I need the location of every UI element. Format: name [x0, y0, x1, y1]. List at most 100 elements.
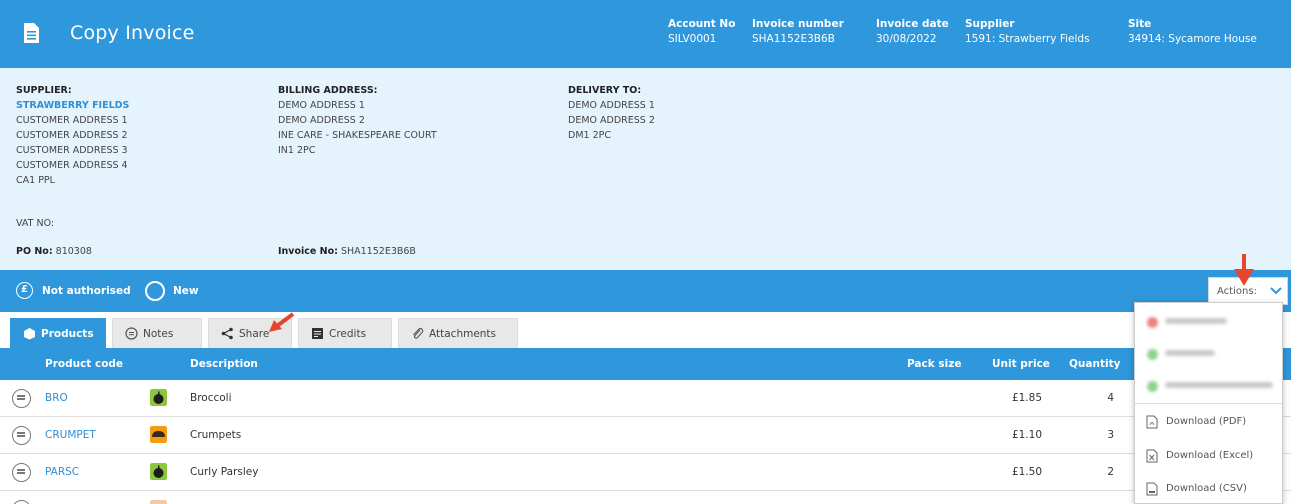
comment-icon	[125, 327, 138, 340]
unit-price: £1.85	[1011, 392, 1042, 404]
header-site: Site 34914: Sycamore House	[1128, 17, 1257, 47]
share-icon	[221, 327, 233, 340]
table-row: CRUMPET Crumpets £1.10 3	[0, 417, 1291, 454]
supplier-name-link[interactable]: STRAWBERRY FIELDS	[16, 98, 129, 113]
vat-number: VAT NO:	[16, 218, 55, 229]
pdf-file-icon	[1146, 415, 1158, 429]
supplier-address-line: CUSTOMER ADDRESS 2	[16, 130, 128, 141]
menu-item-label: Download (CSV)	[1166, 483, 1247, 494]
authorisation-status: Not authorised	[42, 285, 131, 297]
supplier-address-line: CUSTOMER ADDRESS 1	[16, 115, 128, 126]
tab-products[interactable]: Products	[10, 318, 106, 348]
column-header[interactable]: Pack size	[907, 358, 961, 370]
billing-address-line: DEMO ADDRESS 2	[278, 115, 365, 126]
menu-item-download-excel[interactable]: Download (Excel)	[1135, 438, 1282, 472]
supplier-address-line: CA1 PPL	[16, 175, 55, 186]
invoice-no: Invoice No: SHA1152E3B6B	[278, 246, 416, 257]
excel-file-icon	[1146, 449, 1158, 463]
invoice-number: Invoice number SHA1152E3B6B	[752, 17, 844, 47]
billing-address-line: INE CARE - SHAKESPEARE COURT	[278, 130, 437, 141]
supplier-address-line: CUSTOMER ADDRESS 4	[16, 160, 128, 171]
menu-item-blurred[interactable]	[1135, 369, 1282, 403]
invoice-date-label: Invoice date	[876, 18, 949, 30]
invoice-no-label: Invoice No:	[278, 246, 338, 257]
delivery-address-line: DEMO ADDRESS 1	[568, 100, 655, 111]
supplier-address-line: CUSTOMER ADDRESS 3	[16, 145, 128, 156]
account-no: Account No SILV0001	[668, 17, 735, 47]
delivery-address: DELIVERY TO: DEMO ADDRESS 1 DEMO ADDRESS…	[568, 83, 655, 143]
chevron-down-icon	[1270, 287, 1282, 295]
header-supplier-label: Supplier	[965, 18, 1015, 30]
tab-label: Attachments	[429, 328, 497, 340]
product-description: Crumpets	[190, 429, 242, 441]
invoice-no-value: SHA1152E3B6B	[340, 246, 416, 257]
header-supplier-value: 1591: Strawberry Fields	[965, 33, 1090, 45]
tab-label: Credits	[329, 328, 367, 340]
bread-icon	[150, 426, 167, 443]
tab-credits[interactable]: Credits	[298, 318, 392, 348]
column-header[interactable]: Product code	[45, 358, 123, 370]
quantity: 4	[1107, 392, 1114, 404]
address-panel: SUPPLIER: STRAWBERRY FIELDS CUSTOMER ADD…	[0, 68, 1291, 270]
product-code-link[interactable]: BRO	[45, 392, 68, 404]
comment-icon[interactable]	[12, 463, 31, 482]
invoice-date: Invoice date 30/08/2022	[876, 17, 949, 47]
table-row: PARSC Curly Parsley £1.50 2	[0, 454, 1291, 491]
status-dot-icon	[1147, 317, 1158, 328]
supplier-heading: SUPPLIER:	[16, 85, 72, 96]
delivery-heading: DELIVERY TO:	[568, 85, 642, 96]
header-site-value: 34914: Sycamore House	[1128, 33, 1257, 45]
box-icon	[24, 328, 35, 340]
apple-icon	[150, 389, 167, 406]
invoice-state: New	[173, 285, 199, 297]
menu-item-blurred[interactable]	[1135, 305, 1282, 339]
menu-item-download-pdf[interactable]: Download (PDF)	[1135, 404, 1282, 438]
status-dot-icon	[1147, 381, 1158, 392]
account-no-value: SILV0001	[668, 33, 717, 45]
delivery-address-line: DEMO ADDRESS 2	[568, 115, 655, 126]
status-bar: £ Not authorised New Actions:	[0, 270, 1291, 312]
column-header[interactable]: Description	[190, 358, 258, 370]
tab-notes[interactable]: Notes	[112, 318, 202, 348]
product-code-link[interactable]: CRUMPET	[45, 429, 96, 441]
billing-heading: BILLING ADDRESS:	[278, 85, 378, 96]
products-table-header: Product code Description Pack size Unit …	[0, 348, 1291, 380]
paperclip-icon	[413, 327, 424, 339]
column-header[interactable]: Quantity	[1069, 358, 1120, 370]
tab-attachments[interactable]: Attachments	[398, 318, 518, 348]
page-header: Copy Invoice Account No SILV0001 Invoice…	[0, 0, 1291, 68]
comment-icon[interactable]	[12, 500, 31, 504]
billing-address: BILLING ADDRESS: DEMO ADDRESS 1 DEMO ADD…	[278, 83, 437, 158]
tab-label: Products	[41, 328, 94, 340]
pound-icon: £	[16, 282, 33, 299]
column-header[interactable]: Unit price	[992, 358, 1050, 370]
table-row: BRO Broccoli £1.85 4	[0, 380, 1291, 417]
document-icon	[24, 23, 39, 43]
actions-menu: Download (PDF) Download (Excel) Download…	[1134, 302, 1283, 504]
blurred-label	[1165, 318, 1227, 324]
invoice-date-value: 30/08/2022	[876, 33, 937, 45]
quantity: 3	[1107, 429, 1114, 441]
menu-item-label: Download (PDF)	[1166, 416, 1247, 427]
blurred-label	[1165, 382, 1273, 388]
credits-icon	[312, 328, 323, 339]
annotation-arrow-left	[269, 312, 295, 332]
account-no-label: Account No	[668, 18, 736, 30]
menu-item-blurred[interactable]	[1135, 337, 1282, 371]
comment-icon[interactable]	[12, 426, 31, 445]
product-description: Broccoli	[190, 392, 232, 404]
supplier-address: SUPPLIER: STRAWBERRY FIELDS CUSTOMER ADD…	[16, 83, 129, 188]
header-site-label: Site	[1128, 18, 1152, 30]
po-number-value: 810308	[55, 246, 92, 257]
delivery-address-line: DM1 2PC	[568, 130, 611, 141]
unit-price: £1.10	[1011, 429, 1042, 441]
unit-price: £1.50	[1011, 466, 1042, 478]
product-code-link[interactable]: PARSC	[45, 466, 79, 478]
product-category-icon	[150, 500, 167, 504]
comment-icon[interactable]	[12, 389, 31, 408]
invoice-number-value: SHA1152E3B6B	[752, 33, 835, 45]
menu-item-download-csv[interactable]: Download (CSV)	[1135, 471, 1282, 504]
billing-address-line: DEMO ADDRESS 1	[278, 100, 365, 111]
po-number-label: PO No:	[16, 246, 53, 257]
menu-item-label: Download (Excel)	[1166, 450, 1254, 461]
